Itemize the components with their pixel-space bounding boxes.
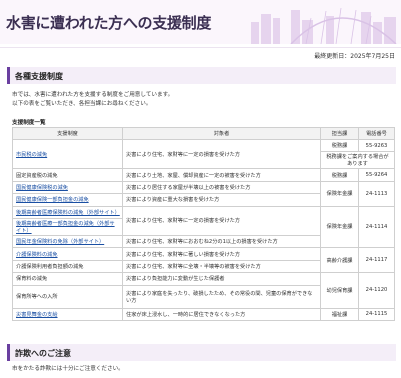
table-cell: 24-1114	[358, 205, 395, 249]
table-cell-link[interactable]: 市民税の減免	[12, 138, 123, 170]
table-cell: 災害により住宅、家財等に一定の損害を受けた方	[122, 205, 321, 236]
table-cell: 介護保険利用者負担額の減免	[12, 259, 123, 274]
table-cell: 災害により土地、家屋、償却資産に一定の被害を受けた方	[122, 168, 321, 182]
table-row: 介護保険料の減免 災害により住宅、家財等に著しい損害を受けた方 高齢介護課 24…	[12, 247, 395, 274]
table-cell: 幼児保育課	[320, 272, 359, 309]
table-cell: 税務課	[320, 168, 359, 182]
section-title: 詐欺へのご注意	[15, 349, 71, 358]
table-cell: 保育所等への入所	[12, 284, 123, 309]
col-header: 支援制度	[12, 127, 123, 140]
table-cell: 災害により資産に重大な損害を受けた方	[122, 193, 321, 207]
table-cell: 保険年金課	[320, 205, 359, 249]
table-cell: 福祉課	[320, 307, 359, 321]
table-cell: 税務課	[320, 138, 359, 153]
table-cell: 保育料の減免	[12, 272, 123, 286]
table-row: 保育料の減免 災害により負担能力に変動が生じた保護者 幼児保育課 24-1120	[12, 272, 395, 309]
col-header: 担当課	[320, 127, 359, 140]
table-cell: 24-1120	[358, 272, 395, 309]
last-updated: 最終更新日：2025年7月25日	[314, 53, 395, 60]
header-divider	[0, 47, 401, 48]
table-cell-link[interactable]: 後期高齢者医療一部負担金の減免（外部サイト）	[12, 217, 123, 236]
table-cell-link[interactable]: 災害見舞金の支給	[12, 307, 123, 321]
table-cell-link[interactable]: 国民健康保険税の減免	[12, 180, 123, 195]
city-skyline-decoration	[251, 7, 397, 44]
table-cell-link[interactable]: 介護保険料の減免	[12, 247, 123, 261]
table-cell: 災害により住宅、家財等におおむね2分の1以上の損害を受けた方	[122, 234, 321, 249]
table-cell-note: 税務課をご案内する場合があります	[320, 151, 395, 170]
table-cell: 55-9264	[358, 168, 395, 182]
table-cell: 災害により家庭を失ったり、破損したため、その常役の間、児童の保育ができない方	[122, 284, 321, 309]
table-cell-link[interactable]: 後期高齢者医療保険料の減免（外部サイト）	[12, 205, 123, 219]
section-heading-support: 各種支援制度	[7, 67, 396, 84]
section-heading-fraud: 詐欺へのご注意	[7, 344, 396, 361]
page-header-banner: 水害に遭われた方への支援制度	[0, 0, 401, 44]
table-row: 国民健康保険税の減免 災害により居住する家屋が半壊以上の被害を受けた方 保険年金…	[12, 180, 395, 207]
table-cell: 高齢介護課	[320, 247, 359, 274]
table-cell: 固定資産税の減免	[12, 168, 123, 182]
intro-line-1: 市では、水害に遭われた方を支援する制度をご用意しています。	[12, 92, 174, 98]
table-row: 市民税の減免 災害により住宅、家財等に一定の損害を受けた方 税務課 55-926…	[12, 138, 395, 170]
table-cell: 24-1117	[358, 247, 395, 274]
intro-line-2: 以下の表をご覧いただき、各担当課にお尋ねください。	[12, 101, 152, 107]
table-header-row: 支援制度 対象者 担当課 電話番号	[12, 127, 395, 140]
table-cell: 災害により負担能力に変動が生じた保護者	[122, 272, 321, 286]
fraud-warning-text: 市をかたる詐欺には十分にご注意ください。	[12, 366, 124, 372]
page-title: 水害に遭われた方への支援制度	[6, 14, 212, 32]
table-cell: 住家が床上浸水し、一時的に居住できなくなった方	[122, 307, 321, 321]
table-row: 後期高齢者医療保険料の減免（外部サイト） 災害により住宅、家財等に一定の損害を受…	[12, 205, 395, 249]
table-title: 支援制度一覧	[12, 120, 46, 126]
table-row: 災害見舞金の支給 住家が床上浸水し、一時的に居住できなくなった方 福祉課 24-…	[12, 307, 395, 321]
section-title: 各種支援制度	[15, 72, 63, 81]
table-cell: 55-9263	[358, 138, 395, 153]
support-table: 支援制度 対象者 担当課 電話番号 市民税の減免 災害により住宅、家財等に一定の…	[12, 127, 395, 321]
table-row: 固定資産税の減免 災害により土地、家屋、償却資産に一定の被害を受けた方 税務課 …	[12, 168, 395, 182]
table-cell: 24-1113	[358, 180, 395, 207]
table-cell-link[interactable]: 国民健康保険一部負担金の減免	[12, 193, 123, 207]
table-cell: 災害により住宅、家財等に著しい損害を受けた方	[122, 247, 321, 261]
col-header: 電話番号	[358, 127, 395, 140]
table-cell: 災害により住宅、家財等に一定の損害を受けた方	[122, 138, 321, 170]
table-cell: 災害により住宅、家財等に全壊・半壊等の被害を受けた方	[122, 259, 321, 274]
table-cell: 保険年金課	[320, 180, 359, 207]
table-cell: 災害により居住する家屋が半壊以上の被害を受けた方	[122, 180, 321, 195]
table-cell: 24-1115	[358, 307, 395, 321]
table-cell-link[interactable]: 国民年金保険料の免除（外部サイト）	[12, 234, 123, 249]
col-header: 対象者	[122, 127, 321, 140]
